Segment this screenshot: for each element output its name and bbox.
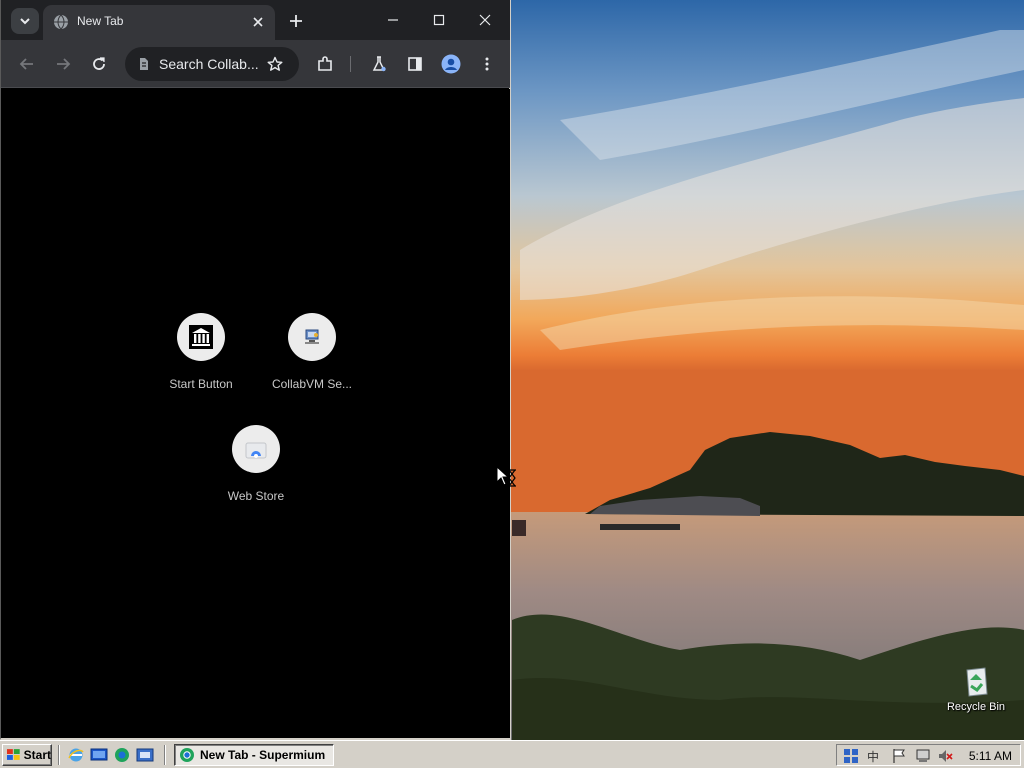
shortcut-icon-circle	[177, 313, 225, 361]
menu-button[interactable]	[475, 52, 499, 76]
recycle-bin[interactable]: Recycle Bin	[940, 664, 1012, 713]
tab-title: New Tab	[77, 14, 124, 28]
web-store-icon	[245, 442, 267, 459]
shortcut-web-store[interactable]: Web Store	[200, 425, 312, 503]
bookmark-star-button[interactable]	[265, 54, 285, 74]
clock[interactable]: 5:11 AM	[969, 749, 1012, 763]
language-icon[interactable]: 中	[867, 748, 883, 764]
internet-explorer-icon[interactable]	[67, 747, 85, 763]
chevron-down-icon	[20, 18, 30, 25]
minimize-button[interactable]	[373, 6, 413, 34]
minimize-icon	[388, 19, 398, 21]
busy-cursor-icon	[496, 466, 516, 487]
extensions-button[interactable]	[313, 52, 337, 76]
computer-icon[interactable]	[915, 748, 931, 764]
tab-new-tab[interactable]: New Tab	[43, 5, 275, 40]
toolbar-separator	[350, 56, 351, 72]
recycle-bin-icon	[966, 667, 988, 697]
globe-icon	[54, 14, 68, 30]
new-tab-page: Start Button CollabVM Se... Web Store	[1, 89, 510, 738]
omnibox[interactable]	[125, 47, 299, 81]
network-icon[interactable]	[843, 748, 859, 764]
star-icon	[267, 56, 283, 71]
taskbar: Start New Tab - Supermium 中 5:11 AM	[0, 740, 1024, 768]
shortcut-start-button[interactable]: Start Button	[145, 313, 257, 391]
side-panel-button[interactable]	[403, 52, 427, 76]
start-button[interactable]: Start	[2, 744, 52, 766]
forward-button[interactable]	[51, 52, 75, 76]
tab-search-button[interactable]	[11, 8, 39, 34]
collabvm-icon	[305, 329, 319, 344]
museum-icon	[189, 325, 213, 349]
flask-icon	[372, 56, 386, 72]
profile-button[interactable]	[439, 52, 463, 76]
reload-icon	[93, 57, 105, 70]
recycle-bin-label: Recycle Bin	[946, 701, 1006, 713]
browser-window: New Tab Search Collab... Start Button Co…	[0, 0, 511, 740]
reload-button[interactable]	[87, 52, 111, 76]
arrow-left-icon	[19, 58, 33, 70]
supermium-icon	[180, 748, 194, 762]
windows-flag-icon	[6, 749, 20, 760]
maximize-icon	[433, 14, 445, 26]
tab-strip: New Tab	[1, 0, 510, 40]
task-button-supermium[interactable]: New Tab - Supermium	[174, 744, 334, 766]
side-panel-icon	[408, 57, 422, 71]
arrow-right-icon	[57, 58, 71, 70]
svg-text:中: 中	[867, 749, 879, 764]
search-engine-icon	[140, 58, 148, 70]
shortcut-label: Start Button	[169, 377, 233, 391]
maximize-button[interactable]	[419, 6, 459, 34]
window-switcher-icon[interactable]	[136, 747, 154, 763]
system-tray: 中 5:11 AM	[836, 744, 1021, 766]
shortcut-icon-circle	[232, 425, 280, 473]
shortcut-label: Web Store	[227, 489, 285, 503]
tab-close-button[interactable]	[249, 13, 267, 31]
shortcut-collabvm[interactable]: CollabVM Se...	[256, 313, 368, 391]
avatar-icon	[441, 54, 461, 74]
puzzle-icon	[318, 56, 332, 71]
back-button[interactable]	[15, 52, 39, 76]
taskbar-divider	[58, 745, 60, 765]
shortcut-icon-circle	[288, 313, 336, 361]
plus-icon	[290, 15, 302, 27]
show-desktop-icon[interactable]	[90, 747, 108, 763]
flag-icon[interactable]	[891, 748, 907, 764]
new-tab-button[interactable]	[285, 10, 307, 32]
volume-muted-icon[interactable]	[937, 748, 953, 764]
taskbar-divider	[164, 745, 166, 765]
start-label: Start	[23, 748, 51, 762]
browser-toolbar	[1, 40, 510, 88]
task-label: New Tab - Supermium	[200, 748, 326, 762]
labs-button[interactable]	[367, 52, 391, 76]
supermium-quicklaunch-icon[interactable]	[113, 747, 131, 763]
shortcut-label: CollabVM Se...	[271, 377, 353, 391]
omnibox-input[interactable]	[159, 54, 265, 74]
close-icon	[479, 14, 491, 26]
window-close-button[interactable]	[465, 6, 505, 34]
close-icon	[253, 17, 263, 27]
kebab-menu-icon	[485, 57, 489, 71]
